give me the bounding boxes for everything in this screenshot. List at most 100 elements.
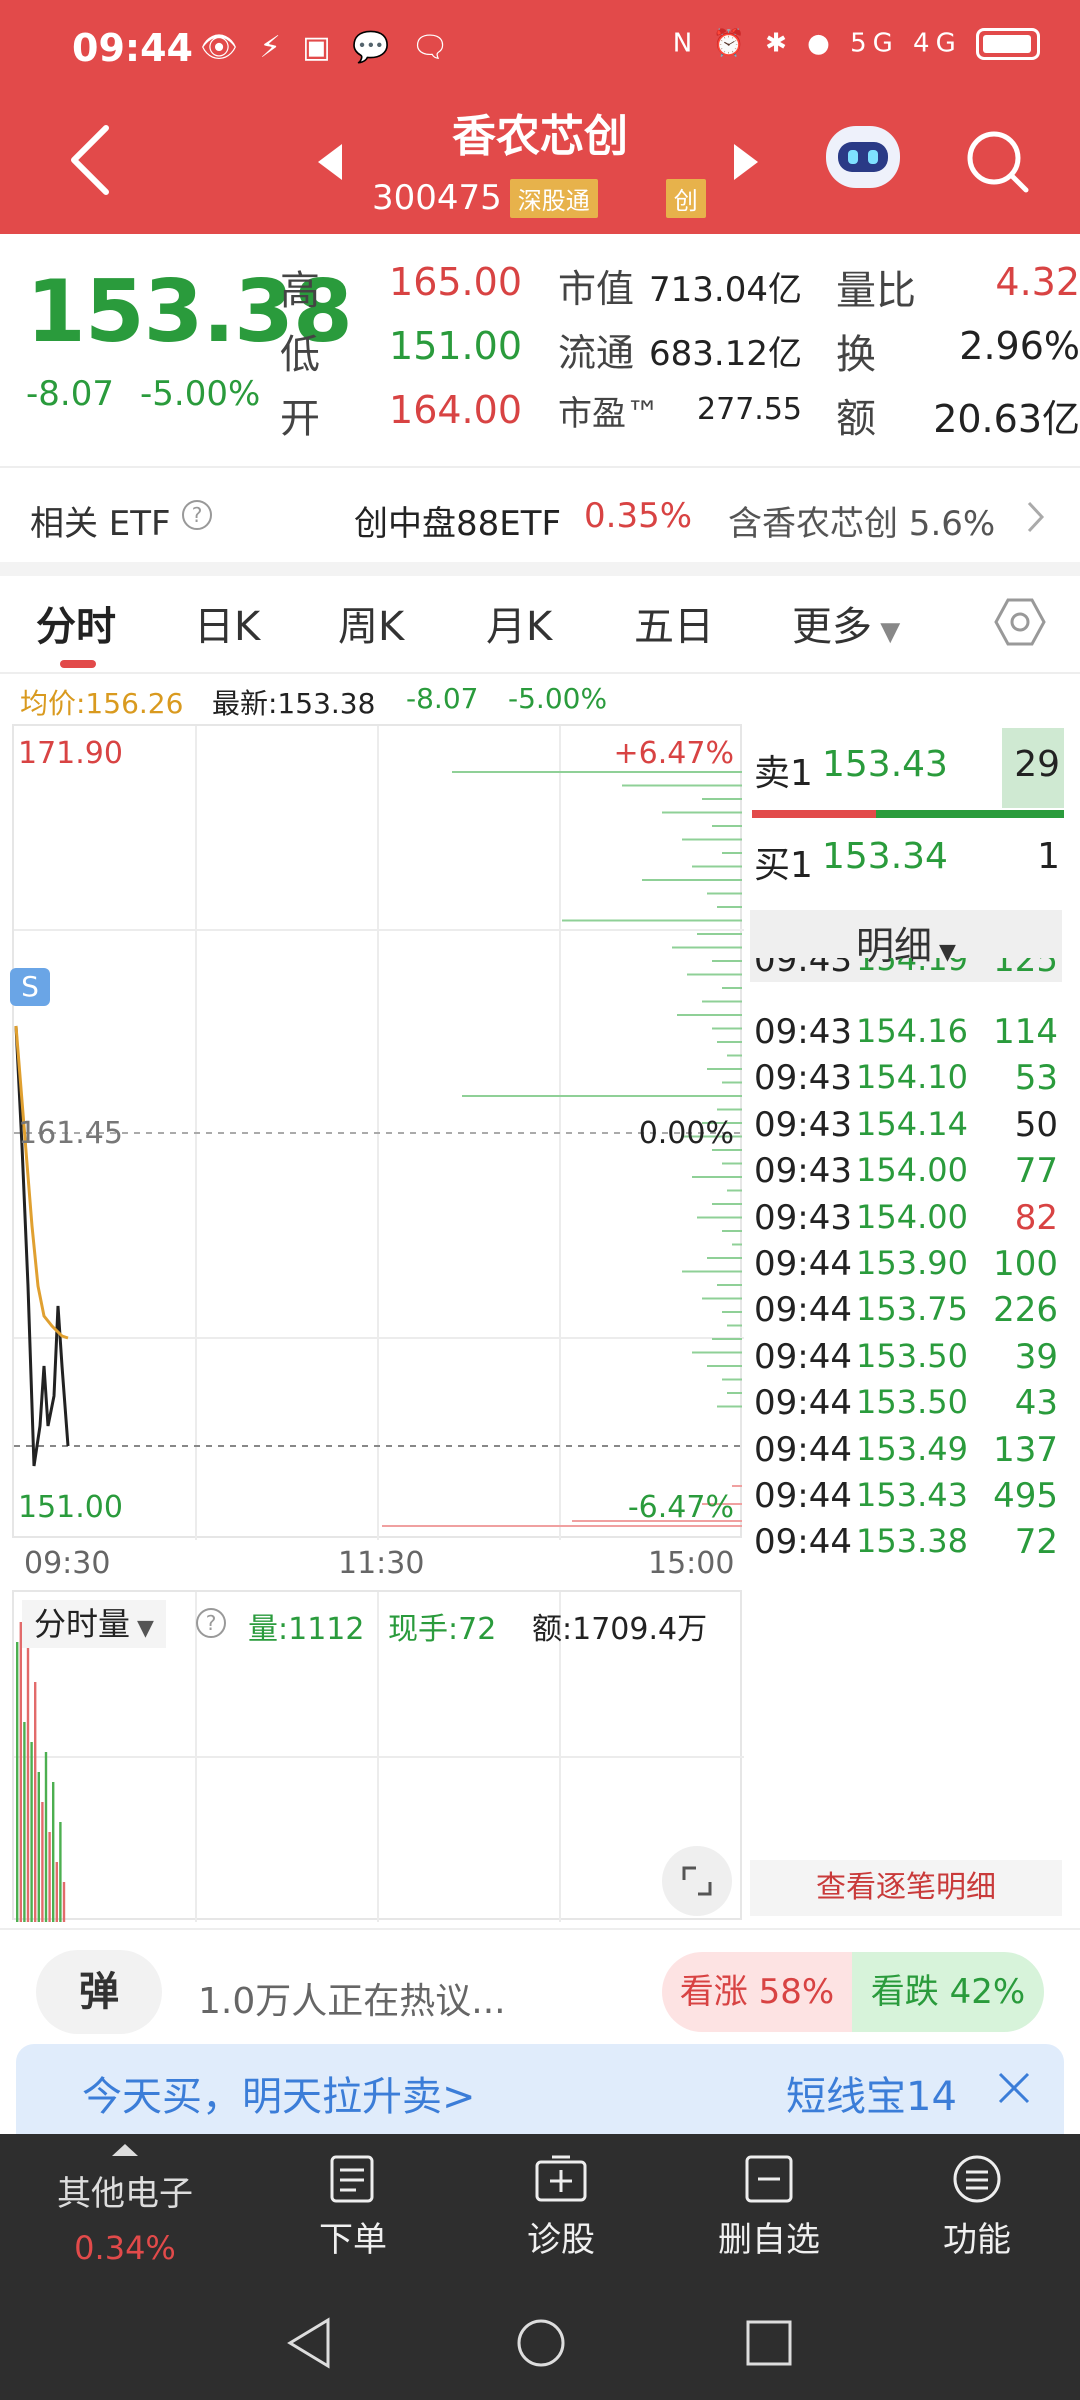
settings-icon[interactable] [994,596,1046,648]
trade-qty: 77 [1014,1151,1058,1192]
trade-qty: 82 [1014,1197,1058,1238]
etf-pct: 0.35% [584,496,693,536]
caret-down-icon: ▼ [130,1616,154,1641]
remove-watchlist-icon [745,2155,793,2203]
next-stock-icon[interactable] [734,144,758,180]
search-icon[interactable] [964,128,1030,194]
close-icon[interactable] [996,2070,1032,2106]
trade-time: 09:43 [754,958,852,980]
nav-home-icon[interactable] [514,2316,568,2370]
pe-label: 市盈™ [558,394,660,434]
intraday-change-pct: -5.00% [508,682,608,715]
order-icon [330,2155,374,2203]
trade-price: 153.50 [856,1336,968,1375]
related-etf-row[interactable]: 相关 ETF ? 创中盘88ETF 0.35% 含香农芯创 5.6% [0,470,1080,560]
danmaku-button[interactable]: 弹 [36,1950,162,2034]
etf-label: 相关 ETF [30,504,171,544]
pct-top-label: +6.47% [613,736,734,771]
nav-back-icon[interactable] [284,2316,334,2370]
pct-mid-label: 0.00% [638,1116,734,1151]
menu-icon [953,2155,1001,2203]
tab-weekly-k[interactable]: 周K [338,594,404,652]
app-header: 09:44 👁 ⚡ ▣ 💬 🗨 N ⏰ ✱ ● 5G 4G 香农芯创 30047… [0,0,1080,234]
system-nav-bar [0,2286,1080,2400]
low-value: 151.00 [389,324,522,368]
etf-holding: 含香农芯创 5.6% [728,504,996,544]
intraday-chart[interactable]: S 171.90 161.45 151.00 +6.47% 0.00% -6.4… [10,724,744,1540]
assistant-robot-icon[interactable] [826,126,900,188]
volratio-label: 量比 [836,268,916,314]
volume-amount: 额:1709.4万 [532,1612,708,1647]
battery-icon [976,28,1040,60]
trade-price: 153.90 [856,1244,968,1282]
nav-recents-icon[interactable] [744,2318,794,2368]
mktcap-label: 市值 [558,267,635,311]
trade-time: 09:44 [754,1476,852,1516]
etf-name: 创中盘88ETF [354,504,562,544]
tab-daily-k[interactable]: 日K [194,594,260,652]
turnover-value: 2.96% [959,324,1080,368]
trade-qty: 53 [1014,1058,1058,1099]
discussion-text[interactable]: 1.0万人正在热议... [198,1972,506,2024]
status-left-icons: 👁 ⚡ ▣ 💬 🗨 [200,30,456,65]
bid-ask-ratio-red [752,810,876,818]
diagnose-button[interactable]: 诊股 [476,2154,646,2261]
bid-row[interactable]: 买1 153.34 1 [752,820,1064,900]
volume-bar [23,1722,26,1922]
tab-more-label: 更多 [792,604,872,650]
sector-button[interactable]: 其他电子 0.34% [40,2142,210,2267]
function-button[interactable]: 功能 [892,2154,1062,2261]
volume-selector[interactable]: 分时量 ▼ [22,1600,166,1648]
trade-price: 153.43 [856,1476,968,1514]
divider [0,1928,1080,1930]
buy-sell-marker[interactable]: S [10,968,50,1006]
caret-down-icon: ▼ [872,617,901,647]
price-change: -8.07 [26,374,114,414]
order-label: 下单 [319,2220,387,2260]
vote-rise-button[interactable]: 看涨 58% [662,1952,852,2032]
volume-bar [55,1862,58,1922]
volume-bar [30,1742,33,1922]
amount-label: 额 [836,396,876,442]
tab-five-day[interactable]: 五日 [634,594,714,652]
promo-banner[interactable]: 今天买，明天拉升卖> 短线宝14 [16,2044,1064,2134]
bid-qty: 1 [1037,836,1060,877]
remove-watchlist-label: 删自选 [718,2220,820,2260]
vote-fall-button[interactable]: 看跌 42% [852,1952,1044,2032]
chevron-right-icon [1027,501,1045,533]
trade-price: 154.00 [856,1151,968,1190]
order-button[interactable]: 下单 [268,2154,438,2261]
volume-bar [37,1772,40,1922]
ask-row[interactable]: 卖1 153.43 29 [752,728,1064,808]
tab-monthly-k[interactable]: 月K [486,594,552,652]
tab-intraday[interactable]: 分时 [36,594,116,652]
avg-price: 均价:156.26 [20,687,184,720]
help-icon[interactable]: ? [182,500,212,530]
trade-time: 09:44 [754,1522,852,1563]
volume-bar [19,1622,22,1922]
open-value: 164.00 [389,388,522,432]
pct-bottom-label: -6.47% [627,1490,734,1525]
current-hand: 现手:72 [388,1612,497,1647]
trade-time: 09:43 [754,1058,852,1099]
help-icon[interactable]: ? [196,1608,226,1638]
ask-label: 卖1 [754,753,813,794]
bid-ask-ratio-green [876,810,1064,818]
view-tick-detail-button[interactable]: 查看逐笔明细 [750,1860,1062,1916]
divider [0,672,1080,674]
volume-bars [16,1602,66,1922]
remove-watchlist-button[interactable]: 删自选 [684,2154,854,2261]
time-noon: 11:30 [338,1546,425,1581]
volume-bar [26,1602,30,1922]
trade-qty: 226 [993,1290,1058,1331]
volume-chart[interactable]: 分时量 ▼ ? 量:1112 现手:72 额:1709.4万 [12,1590,744,1922]
trade-price: 154.10 [856,1058,968,1097]
trade-price: 153.50 [856,1383,968,1422]
sector-name: 其他电子 [57,2174,193,2214]
diagnose-icon [535,2155,587,2202]
tab-more[interactable]: 更多 ▼ [792,594,900,652]
fullscreen-icon[interactable] [662,1846,732,1916]
float-label: 流通 [558,331,635,375]
y-bottom-label: 151.00 [18,1490,123,1525]
trade-qty: 43 [1014,1383,1058,1424]
